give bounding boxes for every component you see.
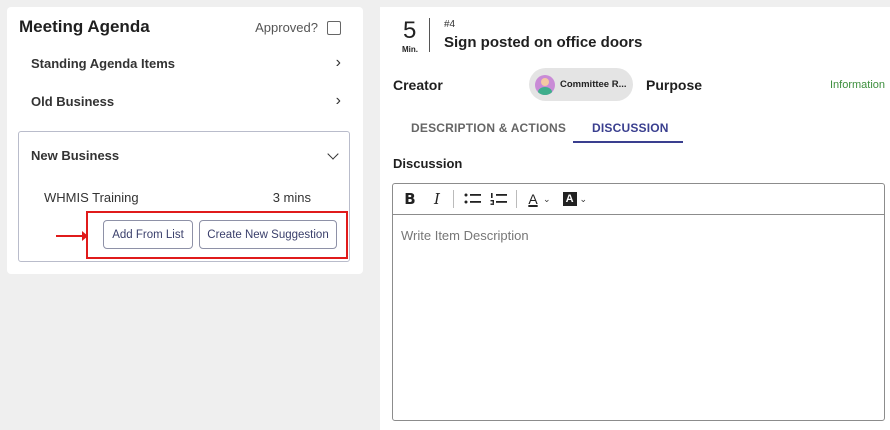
highlight-color-icon[interactable]: A: [562, 192, 577, 206]
chevron-down-icon[interactable]: ⌄: [580, 194, 588, 205]
item-detail-panel: 5 Min. #4 Sign posted on office doors Cr…: [380, 7, 890, 430]
chevron-down-icon[interactable]: ⌄: [543, 194, 551, 205]
purpose-value: Information: [829, 79, 885, 91]
agenda-item-name: WHMIS Training: [44, 190, 139, 205]
active-tab-indicator: [573, 141, 683, 143]
discussion-label: Discussion: [393, 156, 463, 171]
annotation-arrow-icon: [56, 231, 88, 241]
section-standing-agenda-items[interactable]: Standing Agenda Items ›: [19, 48, 341, 78]
item-number: #4: [444, 19, 456, 30]
chevron-right-icon: ›: [335, 54, 341, 71]
chevron-right-icon: ›: [335, 92, 341, 109]
italic-icon[interactable]: I: [428, 189, 446, 209]
approved-label: Approved?: [255, 20, 318, 35]
section-label: Old Business: [31, 93, 115, 109]
divider: [429, 18, 430, 52]
agenda-item-duration: 3 mins: [272, 190, 311, 205]
minutes-value: 5: [403, 17, 417, 44]
purpose-label: Purpose: [646, 77, 703, 93]
editor-toolbar: B I A ⌄ A ⌄: [393, 184, 884, 215]
item-title: Sign posted on office doors: [444, 34, 643, 51]
avatar: [535, 74, 555, 95]
creator-name: Committee R...: [560, 79, 627, 90]
section-label: Standing Agenda Items: [31, 55, 175, 71]
add-from-list-button[interactable]: Add From List: [103, 220, 193, 249]
numbered-list-icon[interactable]: [489, 189, 509, 209]
approved-toggle[interactable]: Approved?: [255, 20, 341, 35]
tab-discussion[interactable]: DISCUSSION: [592, 121, 669, 135]
section-old-business[interactable]: Old Business ›: [19, 86, 341, 116]
creator-label: Creator: [393, 77, 443, 93]
create-new-suggestion-button[interactable]: Create New Suggestion: [199, 220, 337, 249]
minutes-label: Min.: [402, 45, 418, 54]
bullet-list-icon[interactable]: [463, 189, 483, 209]
agenda-title: Meeting Agenda: [19, 17, 150, 36]
new-business-header[interactable]: New Business: [31, 147, 339, 163]
bold-icon[interactable]: B: [402, 189, 418, 209]
tab-description-actions[interactable]: DESCRIPTION & ACTIONS: [411, 121, 566, 135]
editor-placeholder: Write Item Description: [401, 228, 529, 243]
approved-checkbox[interactable]: [327, 20, 341, 35]
agenda-item-row[interactable]: WHMIS Training 3 mins: [44, 190, 311, 205]
toolbar-divider: [453, 190, 454, 208]
toolbar-divider: [516, 190, 517, 208]
section-label: New Business: [31, 148, 120, 163]
discussion-editor[interactable]: B I A ⌄ A ⌄ Write Item Description: [392, 183, 885, 421]
font-color-icon[interactable]: A: [526, 189, 540, 209]
creator-chip[interactable]: Committee R...: [529, 68, 633, 101]
chevron-down-icon: [327, 147, 339, 160]
